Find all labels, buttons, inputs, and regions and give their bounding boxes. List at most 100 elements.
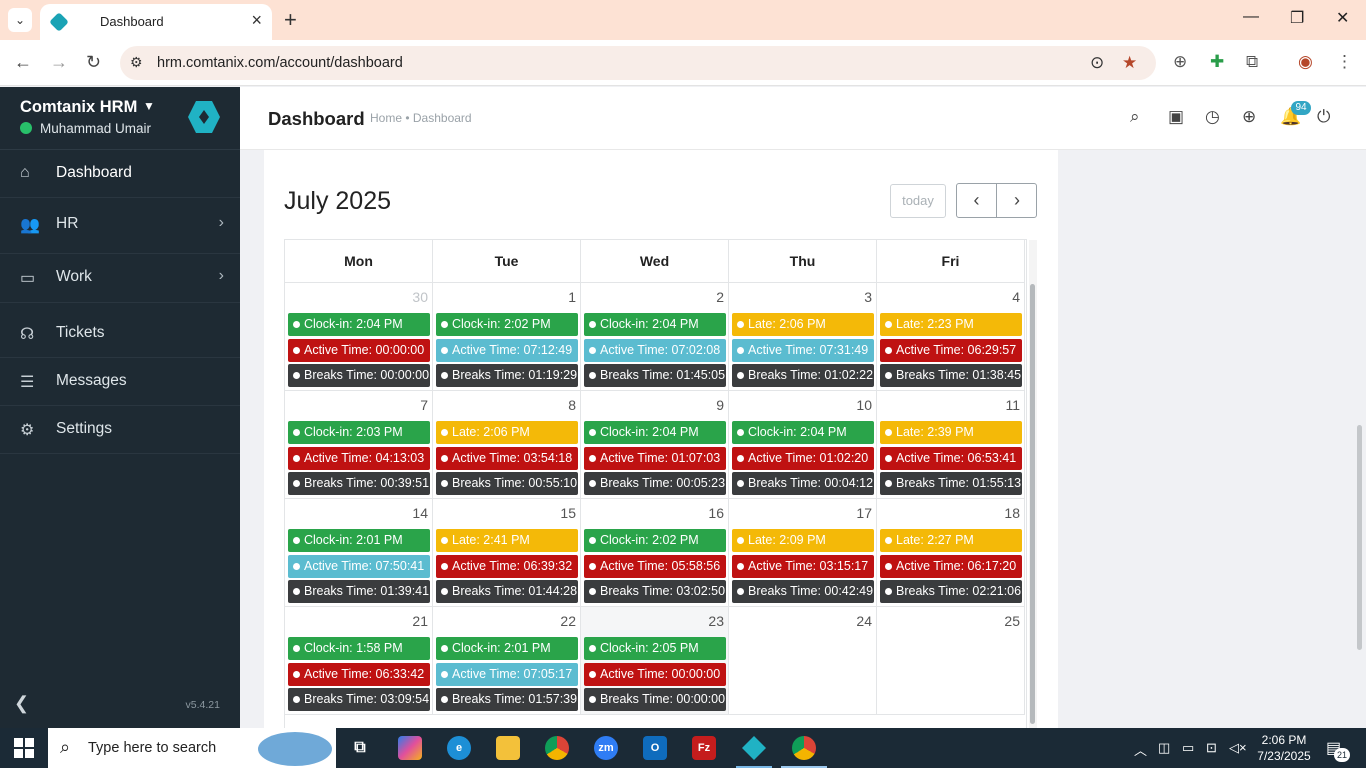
calendar-day-cell[interactable]: 24 (729, 607, 877, 715)
forward-button[interactable]: → (50, 52, 68, 73)
calendar-event[interactable]: Breaks Time: 00:42:49 (732, 580, 874, 603)
day-number[interactable]: 18 (1004, 505, 1020, 521)
calendar-event[interactable]: Active Time: 03:54:18 (436, 447, 578, 470)
calendar-day-cell[interactable]: 7 Clock-in: 2:03 PM Active Time: 04:13:03 B… (285, 391, 433, 499)
day-number[interactable]: 2 (716, 289, 724, 305)
add-circle-icon[interactable]: ⊕ (1242, 107, 1256, 127)
browser-menu-icon[interactable]: ⋮ (1336, 52, 1353, 72)
day-number[interactable]: 16 (708, 505, 724, 521)
calendar-event[interactable]: Breaks Time: 00:05:23 (584, 472, 726, 495)
power-icon[interactable]: ⏻ (1317, 107, 1330, 127)
sticky-note-icon[interactable]: ▣ (1168, 107, 1184, 127)
maximize-button[interactable]: ❐ (1290, 8, 1304, 28)
calendar-day-cell[interactable]: 2 Clock-in: 2:04 PM Active Time: 07:02:08 B… (581, 283, 729, 391)
url-text[interactable]: hrm.comtanix.com/account/dashboard (157, 55, 403, 71)
calendar-event[interactable]: Breaks Time: 01:57:39 (436, 688, 578, 711)
calendar-event[interactable]: Active Time: 06:53:41 (880, 447, 1022, 470)
calendar-event[interactable]: Clock-in: 2:01 PM (436, 637, 578, 660)
sidebar-item-work[interactable]: ▭ Work › (0, 254, 240, 303)
calendar-event[interactable]: Breaks Time: 01:39:41 (288, 580, 430, 603)
calendar-event[interactable]: Active Time: 04:13:03 (288, 447, 430, 470)
calendar-event[interactable]: Active Time: 06:39:32 (436, 555, 578, 578)
copilot-icon[interactable] (398, 736, 422, 760)
calendar-event[interactable]: Late: 2:06 PM (732, 313, 874, 336)
calendar-day-cell[interactable]: 14 Clock-in: 2:01 PM Active Time: 07:50:41… (285, 499, 433, 607)
calendar-event[interactable]: Active Time: 01:02:20 (732, 447, 874, 470)
calendar-event[interactable]: Clock-in: 2:05 PM (584, 637, 726, 660)
sidebar-item-dashboard[interactable]: ⌂ Dashboard (0, 150, 240, 198)
calendar-event[interactable]: Breaks Time: 02:21:06 (880, 580, 1022, 603)
minimize-button[interactable]: — (1243, 8, 1259, 26)
calendar-event[interactable]: Clock-in: 2:02 PM (436, 313, 578, 336)
calendar-day-cell[interactable]: 1 Clock-in: 2:02 PM Active Time: 07:12:49 B… (433, 283, 581, 391)
profile-icon[interactable]: ◉ (1298, 52, 1313, 72)
calendar-event[interactable]: Breaks Time: 00:39:51 (288, 472, 430, 495)
search-icon[interactable]: ⌕ (1130, 107, 1140, 127)
calendar-event[interactable]: Active Time: 05:58:56 (584, 555, 726, 578)
translate-icon[interactable]: ⊕ (1173, 52, 1187, 72)
calendar-event[interactable]: Breaks Time: 00:00:00 (288, 364, 430, 387)
next-month-button[interactable]: › (997, 184, 1037, 217)
network-icon[interactable]: ⊡ (1206, 740, 1217, 756)
calendar-scrollbar[interactable] (1029, 240, 1037, 728)
extensions-puzzle-icon[interactable]: ⧉ (1246, 52, 1258, 72)
calendar-event[interactable]: Active Time: 07:50:41 (288, 555, 430, 578)
calendar-event[interactable]: Clock-in: 2:03 PM (288, 421, 430, 444)
calendar-event[interactable]: Clock-in: 2:04 PM (584, 421, 726, 444)
calendar-event[interactable]: Clock-in: 2:02 PM (584, 529, 726, 552)
reload-button[interactable]: ↻ (86, 52, 101, 73)
calendar-event[interactable]: Clock-in: 2:01 PM (288, 529, 430, 552)
day-number[interactable]: 11 (1005, 397, 1020, 413)
day-number[interactable]: 21 (412, 613, 428, 629)
today-button[interactable]: today (890, 184, 946, 218)
calendar-day-cell[interactable]: 9 Clock-in: 2:04 PM Active Time: 01:07:03 B… (581, 391, 729, 499)
site-info-icon[interactable]: ⚙ (130, 54, 143, 71)
sidebar-item-hr[interactable]: 👥 HR › (0, 198, 240, 254)
calendar-event[interactable]: Late: 2:23 PM (880, 313, 1022, 336)
calendar-event[interactable]: Breaks Time: 03:09:54 (288, 688, 430, 711)
calendar-event[interactable]: Clock-in: 2:04 PM (584, 313, 726, 336)
taskbar-search[interactable]: ⌕ Type here to search (48, 728, 336, 768)
prev-month-button[interactable]: ‹ (957, 184, 997, 217)
calendar-event[interactable]: Late: 2:39 PM (880, 421, 1022, 444)
task-view-icon[interactable]: ⧉ (348, 736, 372, 760)
clock-icon[interactable]: ◷ (1205, 107, 1220, 127)
calendar-day-cell[interactable]: 17 Late: 2:09 PM Active Time: 03:15:17 Brea… (729, 499, 877, 607)
calendar-event[interactable]: Breaks Time: 01:55:13 (880, 472, 1022, 495)
location-icon[interactable]: ⊙ (1090, 53, 1104, 73)
calendar-day-cell[interactable]: 15 Late: 2:41 PM Active Time: 06:39:32 Brea… (433, 499, 581, 607)
bookmark-star-icon[interactable]: ★ (1122, 53, 1137, 73)
taskbar-clock[interactable]: 2:06 PM 7/23/2025 (1256, 732, 1312, 764)
calendar-event[interactable]: Breaks Time: 01:45:05 (584, 364, 726, 387)
calendar-event[interactable]: Breaks Time: 01:38:45 (880, 364, 1022, 387)
calendar-event[interactable]: Late: 2:09 PM (732, 529, 874, 552)
chrome-active-icon[interactable] (792, 736, 816, 760)
calendar-event[interactable]: Breaks Time: 00:00:00 (584, 688, 726, 711)
day-number[interactable]: 3 (864, 289, 872, 305)
filezilla-icon[interactable]: Fz (692, 736, 716, 760)
day-number[interactable]: 1 (568, 289, 576, 305)
day-number[interactable]: 8 (568, 397, 576, 413)
day-number[interactable]: 24 (856, 613, 872, 629)
close-window-button[interactable]: ✕ (1336, 8, 1349, 28)
calendar-event[interactable]: Breaks Time: 00:04:12 (732, 472, 874, 495)
chrome-icon[interactable] (545, 736, 569, 760)
page-scrollbar[interactable] (1357, 425, 1362, 650)
calendar-event[interactable]: Active Time: 06:17:20 (880, 555, 1022, 578)
edge-icon[interactable]: e (447, 736, 471, 760)
outlook-icon[interactable]: O (643, 736, 667, 760)
file-explorer-icon[interactable] (496, 736, 520, 760)
zoom-icon[interactable]: zm (594, 736, 618, 760)
extension-plus-icon[interactable]: ✚ (1210, 52, 1224, 72)
calendar-event[interactable]: Clock-in: 2:04 PM (288, 313, 430, 336)
sidebar-item-tickets[interactable]: ☊ Tickets (0, 310, 240, 358)
day-number[interactable]: 9 (716, 397, 724, 413)
volume-icon[interactable]: ◁× (1229, 740, 1247, 756)
chevron-down-icon[interactable]: ▼ (143, 99, 155, 113)
battery-icon[interactable]: ▭ (1182, 740, 1194, 756)
calendar-event[interactable]: Breaks Time: 00:55:10 (436, 472, 578, 495)
calendar-event[interactable]: Active Time: 03:15:17 (732, 555, 874, 578)
day-number[interactable]: 23 (708, 613, 724, 629)
brand-name[interactable]: Comtanix HRM (20, 98, 137, 117)
calendar-event[interactable]: Active Time: 07:02:08 (584, 339, 726, 362)
